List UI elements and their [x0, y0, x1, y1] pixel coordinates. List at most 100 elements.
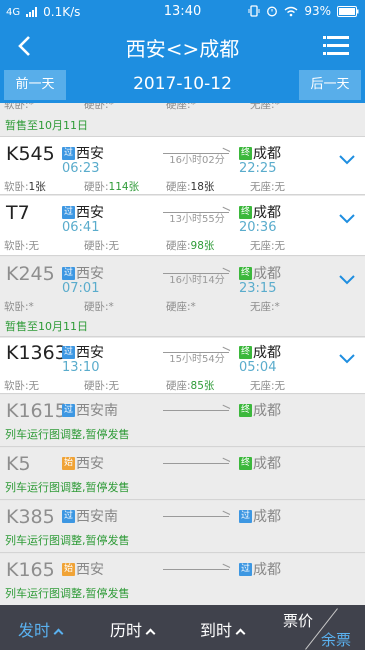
- train-row[interactable]: 软卧:* 硬卧:* 硬座:* 无座:* 暂售至10月11日: [0, 103, 365, 137]
- price-remaining-toggle[interactable]: 票价 余票: [277, 605, 365, 650]
- hard-seat: 硬座:*: [166, 301, 196, 313]
- remaining-label[interactable]: 余票: [321, 629, 351, 650]
- terminal-badge: 终: [239, 206, 252, 219]
- standing-seat: 无座:*: [250, 301, 280, 313]
- duration-arrow: [222, 510, 231, 515]
- pass-through-badge: 过: [62, 206, 75, 219]
- sort-by-arrive-button[interactable]: 到时: [200, 617, 246, 641]
- train-row[interactable]: K545 过 西安 06:23 16小时02分 终 成都 22:25 软卧:1张…: [0, 137, 365, 195]
- to-station: 成都: [253, 403, 281, 419]
- duration-line: [163, 153, 229, 154]
- from-station: 西安南: [76, 509, 118, 525]
- chevron-up-icon: [145, 628, 156, 639]
- arrive-time: 20:36: [239, 220, 277, 235]
- train-code: K165: [6, 559, 55, 581]
- hard-sleeper-seat: 硬卧:无: [84, 240, 120, 252]
- from-station: 西安南: [76, 403, 118, 419]
- train-code: T7: [6, 202, 30, 224]
- battery-icon: [337, 5, 359, 17]
- train-code: K1615: [6, 400, 67, 422]
- standing-seat: 无座:无: [250, 181, 286, 193]
- duration-line: [163, 569, 229, 570]
- from-station: 西安: [76, 456, 104, 472]
- train-code: K385: [6, 506, 55, 528]
- train-row[interactable]: K245 过 西安 07:01 16小时14分 终 成都 23:15 软卧:* …: [0, 257, 365, 337]
- sort-by-duration-button[interactable]: 历时: [110, 617, 156, 641]
- duration-line: [163, 212, 229, 213]
- train-code: K245: [6, 263, 55, 285]
- next-day-button[interactable]: 后一天: [299, 70, 361, 100]
- page-title: 西安<>成都: [125, 37, 240, 61]
- status-bar: 4G 0.1K/s 13:40 93%: [0, 0, 365, 25]
- sort-by-depart-button[interactable]: 发时: [18, 617, 64, 641]
- train-code: K5: [6, 453, 31, 475]
- duration-line: [163, 463, 229, 464]
- terminal-badge: 终: [239, 404, 252, 417]
- arrive-time: 05:04: [239, 360, 277, 375]
- chevron-down-icon[interactable]: [338, 273, 356, 287]
- pass-through-badge: 过: [239, 510, 252, 523]
- to-station: 成都: [253, 562, 281, 578]
- terminal-badge: 终: [239, 457, 252, 470]
- sale-notice: 列车运行图调整,暂停发售: [5, 428, 130, 441]
- origin-badge: 始: [62, 563, 75, 576]
- duration-arrow: [222, 563, 231, 568]
- price-label[interactable]: 票价: [283, 610, 313, 631]
- chevron-down-icon[interactable]: [338, 352, 356, 366]
- pass-through-badge: 过: [62, 346, 75, 359]
- chevron-up-icon: [53, 628, 64, 639]
- train-row[interactable]: T7 过 西安 06:41 13小时55分 终 成都 20:36 软卧:无 硬卧…: [0, 196, 365, 256]
- train-row[interactable]: K1363 过 西安 13:10 15小时54分 终 成都 05:04 软卧:无…: [0, 338, 365, 394]
- pass-through-badge: 过: [62, 147, 75, 160]
- battery-level: 93%: [304, 4, 331, 18]
- terminal-badge: 终: [239, 346, 252, 359]
- standing-seat: 无座:无: [250, 240, 286, 252]
- train-row[interactable]: K5 始 西安 终 成都 列车运行图调整,暂停发售: [0, 448, 365, 500]
- origin-badge: 始: [62, 457, 75, 470]
- chevron-down-icon[interactable]: [338, 212, 356, 226]
- hard-seat: 硬座:85张: [166, 380, 215, 392]
- date-bar: 前一天 2017-10-12 后一天: [0, 67, 365, 103]
- sale-notice: 暂售至10月11日: [5, 119, 88, 132]
- to-station: 成都: [253, 266, 281, 282]
- nav-bar: 西安<>成都: [0, 25, 365, 67]
- duration-arrow: [222, 457, 231, 462]
- sale-notice: 列车运行图调整,暂停发售: [5, 534, 130, 547]
- to-station: 成都: [253, 456, 281, 472]
- vibrate-icon: [248, 5, 260, 17]
- from-station: 西安: [76, 266, 104, 282]
- chevron-down-icon[interactable]: [338, 153, 356, 167]
- hard-sleeper-seat: 硬卧:*: [84, 301, 114, 313]
- terminal-badge: 终: [239, 147, 252, 160]
- train-row[interactable]: K385 过 西安南 过 成都 列车运行图调整,暂停发售: [0, 501, 365, 553]
- pass-through-badge: 过: [62, 510, 75, 523]
- sale-notice: 列车运行图调整,暂停发售: [5, 481, 130, 494]
- arrive-time: 23:15: [239, 281, 277, 296]
- sort-bar: 发时 历时 到时 票价 余票: [0, 605, 365, 650]
- to-station: 成都: [253, 509, 281, 525]
- hard-seat: 硬座:18张: [166, 181, 215, 193]
- soft-sleeper-seat: 软卧:1张: [4, 181, 46, 193]
- train-row[interactable]: K1615 过 西安南 终 成都 列车运行图调整,暂停发售: [0, 395, 365, 447]
- duration-arrow: [222, 404, 231, 409]
- soft-sleeper-seat: 软卧:*: [4, 301, 34, 313]
- duration-line: [163, 273, 229, 274]
- depart-time: 06:23: [62, 161, 100, 176]
- status-right: 93%: [248, 4, 359, 18]
- sort-depart-label: 发时: [18, 621, 51, 640]
- hard-seat: 硬座:98张: [166, 240, 215, 252]
- alarm-icon: [267, 6, 278, 17]
- standing-seat: 无座:*: [250, 103, 280, 111]
- depart-time: 07:01: [62, 281, 100, 296]
- sort-duration-label: 历时: [110, 621, 143, 640]
- standing-seat: 无座:无: [250, 380, 286, 392]
- train-code: K545: [6, 143, 55, 165]
- to-station: 成都: [253, 345, 281, 361]
- sort-arrive-label: 到时: [200, 621, 233, 640]
- train-code: K1363: [6, 342, 67, 364]
- duration-line: [163, 516, 229, 517]
- menu-button[interactable]: [323, 36, 349, 56]
- pass-through-badge: 过: [62, 267, 75, 280]
- sale-notice: 列车运行图调整,暂停发售: [5, 587, 130, 600]
- train-row[interactable]: K165 始 西安 过 成都 列车运行图调整,暂停发售: [0, 554, 365, 605]
